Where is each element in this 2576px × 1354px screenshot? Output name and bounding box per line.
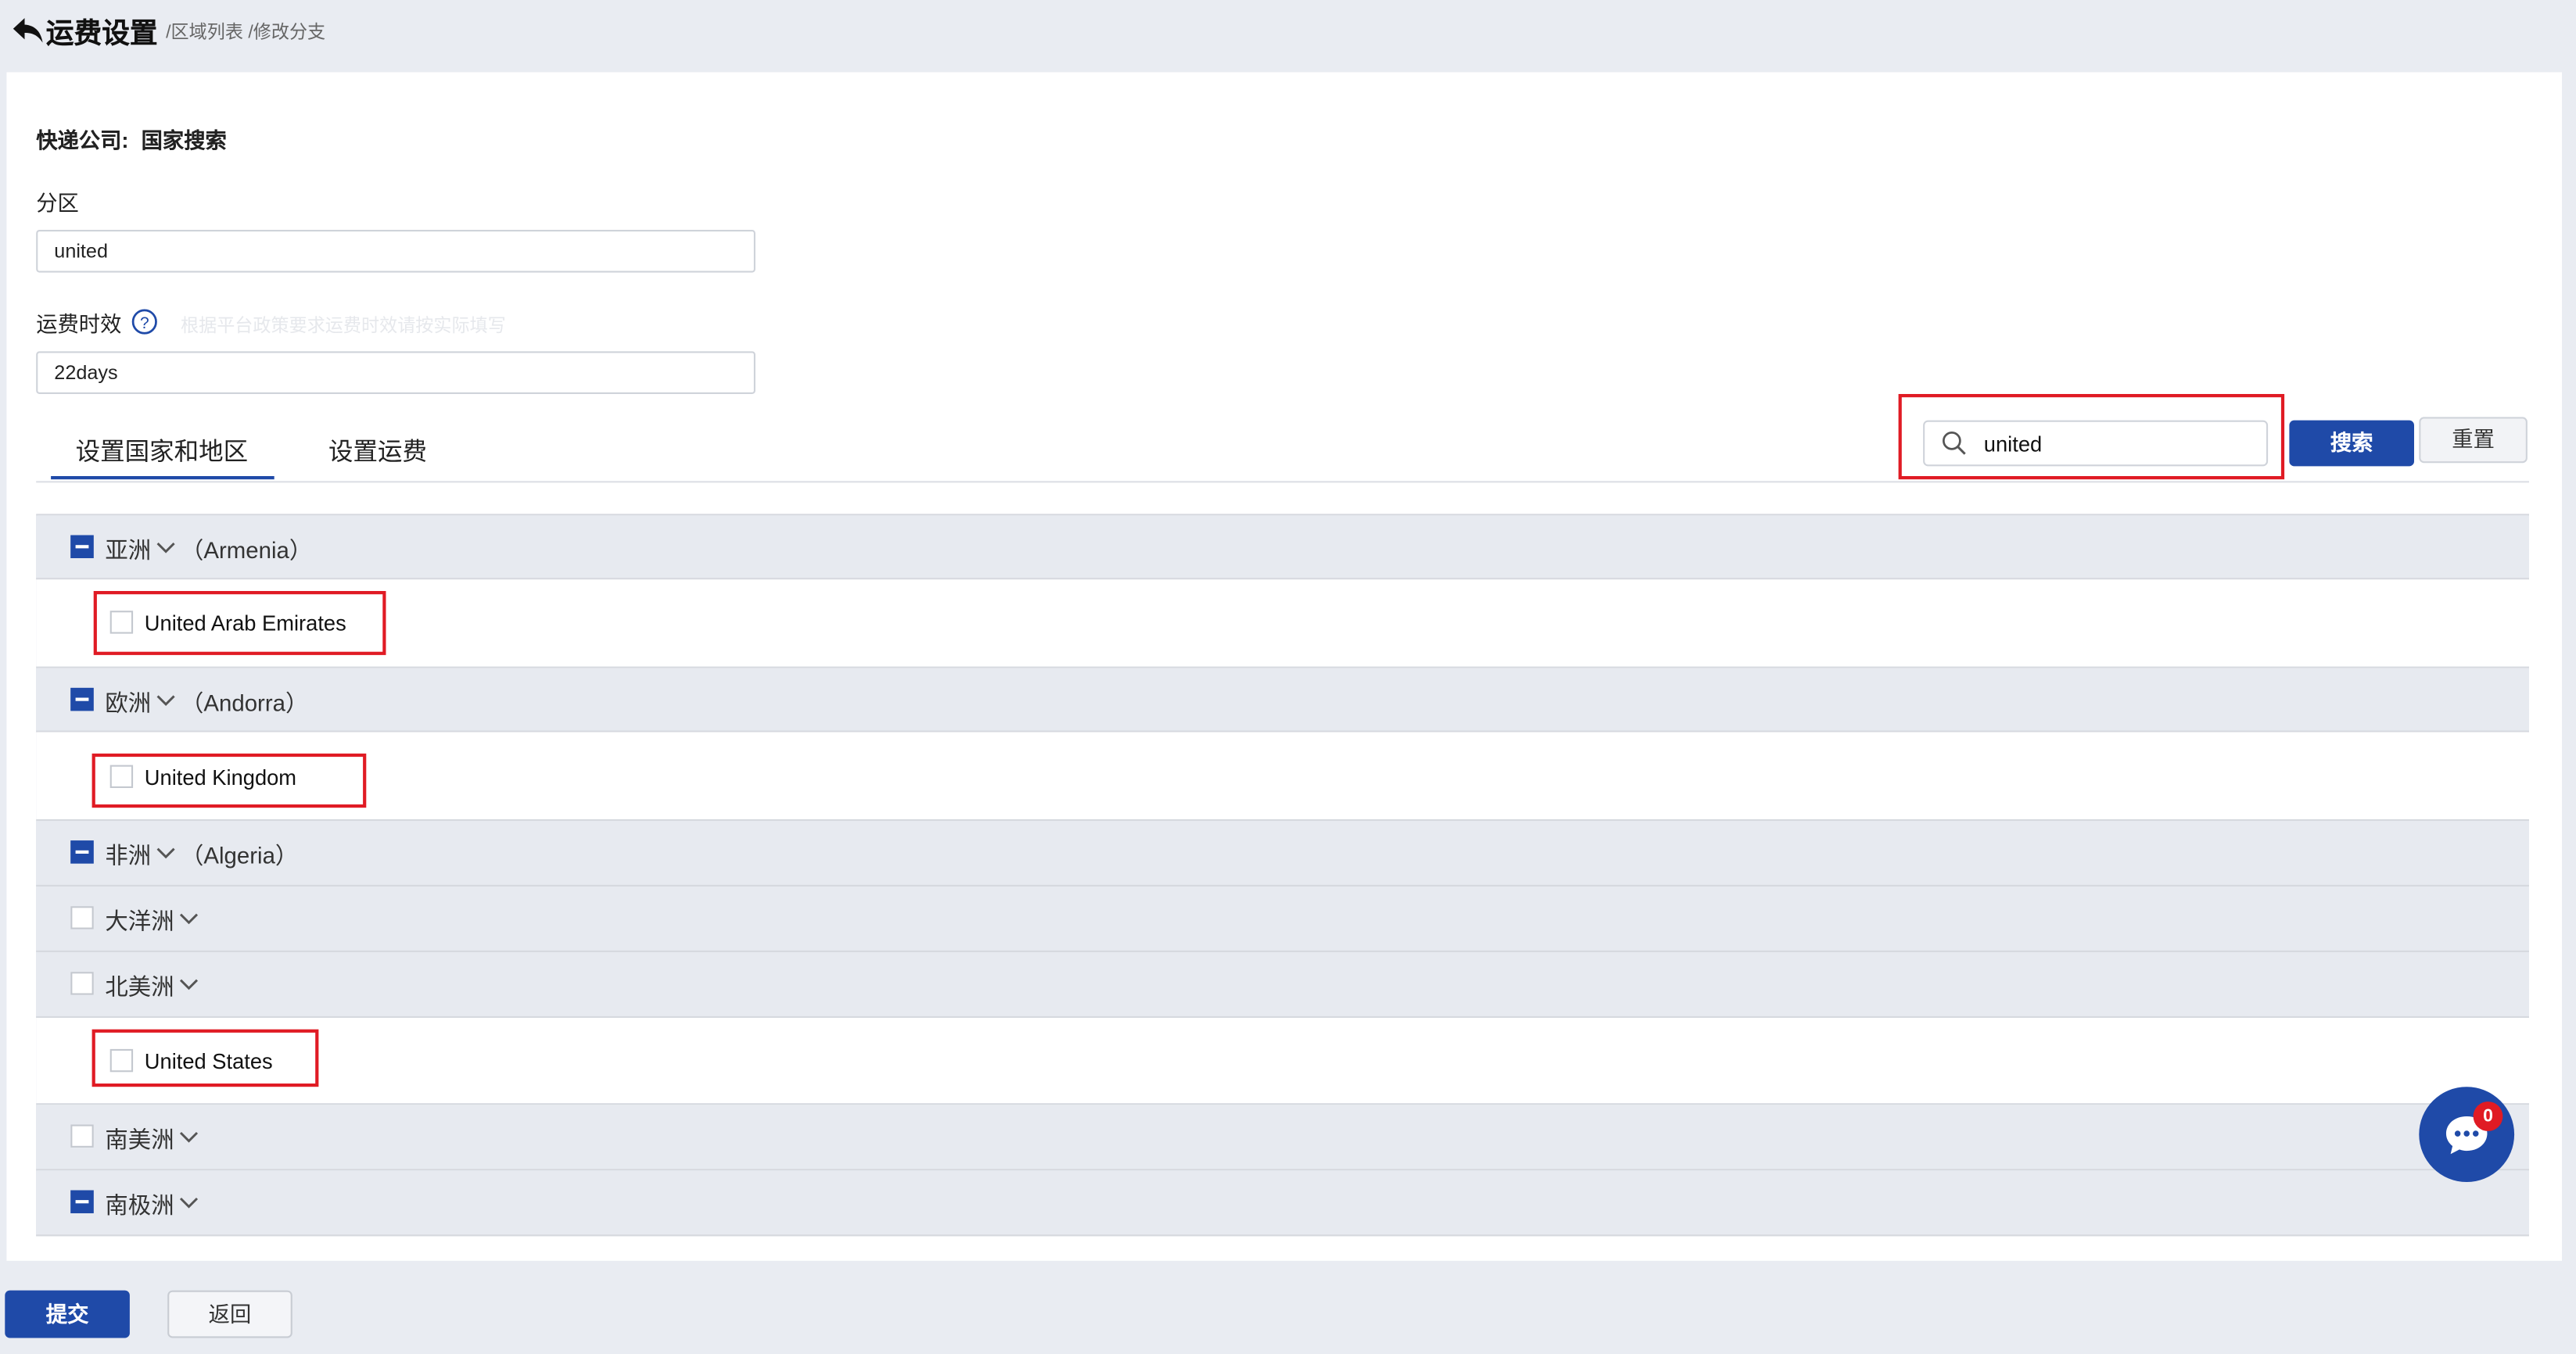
region-checkbox-africa[interactable] [70, 840, 94, 864]
reset-button[interactable]: 重置 [2419, 417, 2528, 464]
chevron-down-icon[interactable] [156, 847, 175, 861]
country-row [36, 1018, 2529, 1105]
breadcrumb: /区域列表 /修改分支 [166, 23, 326, 43]
timeliness-label: 运费时效 [36, 311, 122, 337]
region-row-antarctica[interactable] [36, 1170, 2529, 1237]
svg-text:?: ? [140, 314, 149, 332]
region-name-south-america: 南美洲 [105, 1126, 174, 1153]
region-name-asia: 亚洲 [105, 536, 152, 564]
chevron-down-icon[interactable] [179, 1197, 199, 1210]
region-selected-summary-europe: （Andorra） [180, 689, 309, 716]
tab-divider [36, 481, 2529, 483]
region-name-north-america: 北美洲 [105, 973, 174, 1000]
chevron-down-icon[interactable] [179, 979, 199, 992]
region-name-oceania: 大洋洲 [105, 908, 174, 934]
tab-shipping-fees[interactable]: 设置运费 [328, 433, 427, 467]
submit-button[interactable]: 提交 [5, 1290, 130, 1338]
chevron-down-icon[interactable] [156, 694, 175, 707]
country-row [36, 732, 2529, 821]
company-label: 快递公司: [36, 127, 129, 153]
search-highlight-box [1898, 393, 2285, 480]
page-header [0, 0, 2575, 66]
active-tab-indicator [51, 476, 274, 480]
company-value: 国家搜索 [141, 127, 227, 153]
page-title: 运费设置 [45, 18, 158, 49]
zone-input[interactable]: united [36, 230, 755, 273]
region-row-oceania[interactable] [36, 887, 2529, 952]
region-checkbox-antarctica[interactable] [70, 1190, 94, 1213]
country-highlight-box [91, 753, 367, 808]
question-help-icon[interactable]: ? [131, 309, 158, 335]
country-highlight-box [91, 1029, 319, 1087]
region-row-africa[interactable] [36, 821, 2529, 887]
chevron-down-icon[interactable] [179, 913, 199, 926]
chat-unread-badge: 0 [2473, 1101, 2503, 1131]
tab-countries-regions[interactable]: 设置国家和地区 [76, 433, 249, 467]
back-arrow-icon[interactable] [12, 13, 45, 46]
region-name-antarctica: 南极洲 [105, 1191, 174, 1219]
country-row [36, 579, 2529, 668]
region-checkbox-oceania[interactable] [70, 906, 94, 930]
return-button[interactable]: 返回 [167, 1290, 292, 1338]
search-button[interactable]: 搜索 [2289, 420, 2414, 467]
region-checkbox-south-america[interactable] [70, 1124, 94, 1148]
chevron-down-icon[interactable] [156, 542, 175, 555]
region-selected-summary-africa: （Algeria） [180, 842, 299, 869]
region-row-south-america[interactable] [36, 1105, 2529, 1171]
region-row-asia[interactable] [36, 515, 2529, 580]
region-selected-summary-asia: （Armenia） [180, 536, 313, 564]
region-checkbox-europe[interactable] [70, 687, 94, 711]
region-row-europe[interactable] [36, 668, 2529, 733]
region-name-africa: 非洲 [105, 842, 152, 869]
country-highlight-box [93, 590, 386, 655]
timeliness-input[interactable]: 22days [36, 351, 755, 394]
region-checkbox-north-america[interactable] [70, 972, 94, 995]
zone-label: 分区 [36, 190, 79, 216]
timeliness-hint: 根据平台政策要求运费时效请按实际填写 [180, 317, 506, 337]
region-name-europe: 欧洲 [105, 689, 152, 716]
region-row-north-america[interactable] [36, 952, 2529, 1018]
chevron-down-icon[interactable] [179, 1131, 199, 1144]
region-checkbox-asia[interactable] [70, 535, 94, 558]
